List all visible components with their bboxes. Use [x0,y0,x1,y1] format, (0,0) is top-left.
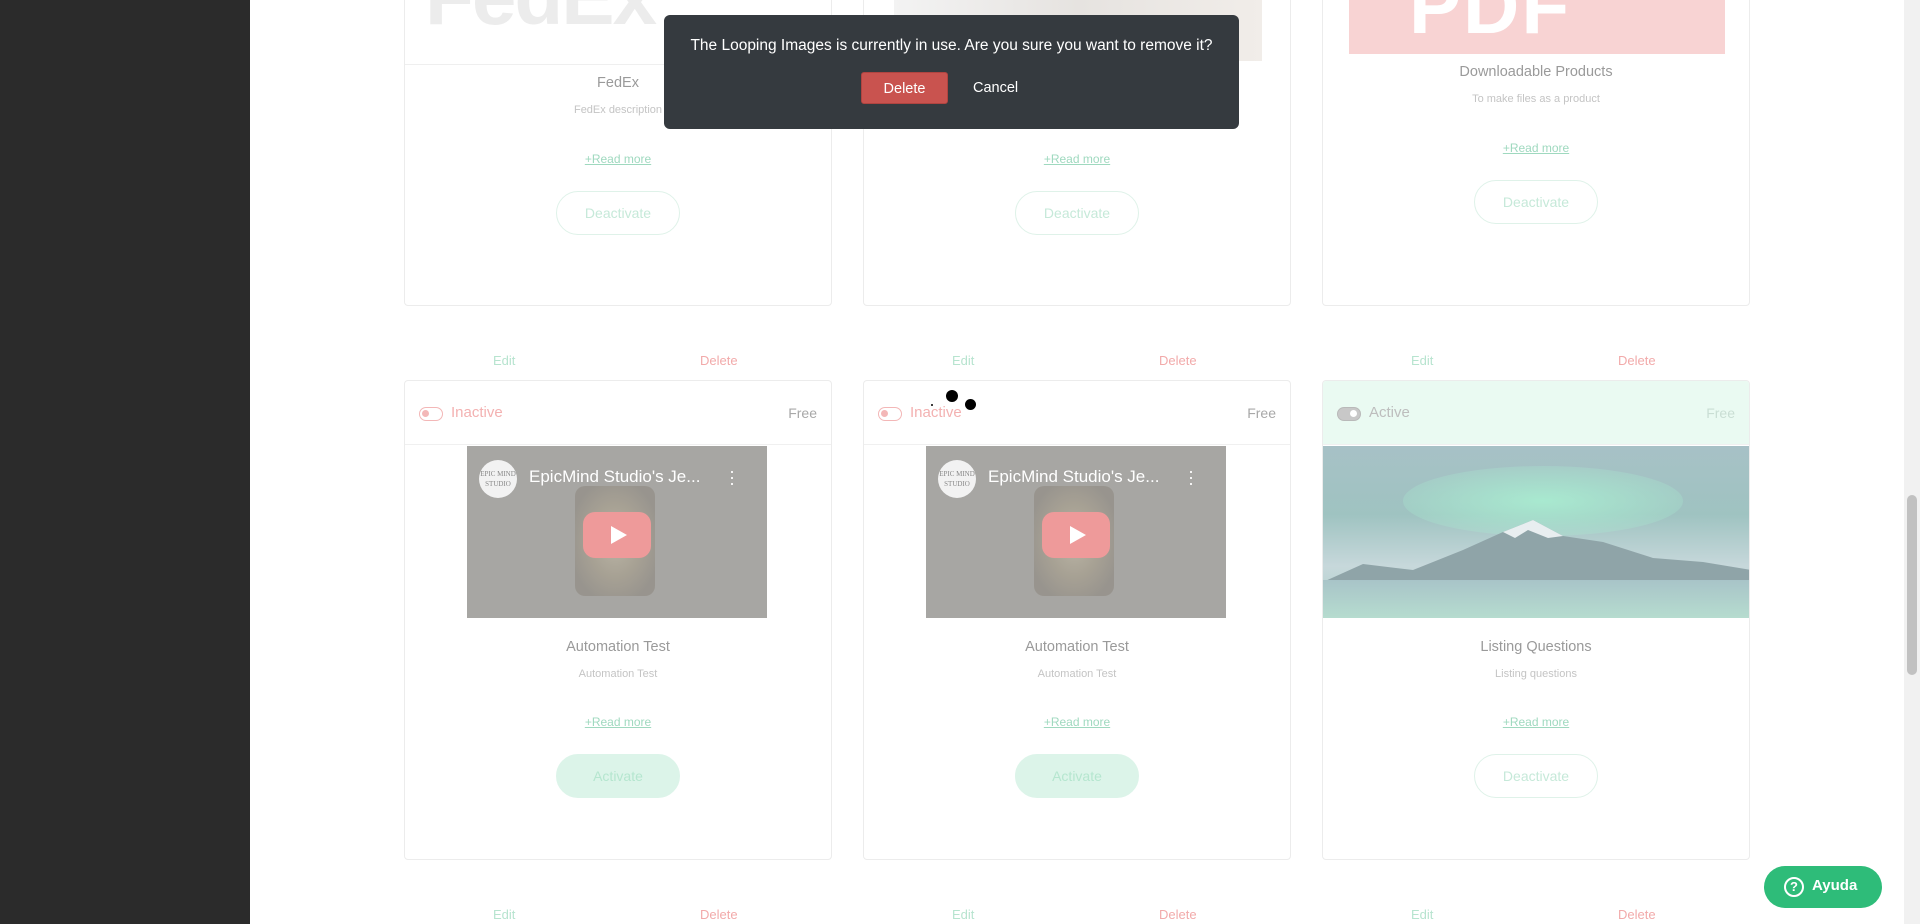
channel-avatar: EPIC MIND STUDIO [479,460,517,498]
video-title: EpicMind Studio's Je... [529,467,701,486]
delete-link[interactable]: Delete [700,353,738,368]
status-toggle[interactable] [1337,407,1361,421]
deactivate-button[interactable]: Deactivate [1474,180,1598,224]
status-label: Inactive [451,404,503,421]
delete-link[interactable]: Delete [1159,907,1197,922]
card-downloadable-products: PDF Downloadable Products To make files … [1322,0,1750,306]
price-label: Free [1706,405,1735,421]
scrollbar[interactable] [1904,0,1920,924]
card-title: Automation Test [1025,639,1129,655]
main-content: FedEx FedEx FedEx description +Read more… [250,0,1904,924]
edit-link[interactable]: Edit [493,907,515,922]
delete-link[interactable]: Delete [1618,907,1656,922]
status-label: Inactive [910,404,962,421]
loading-spinner-dot [965,399,976,410]
play-icon[interactable] [583,512,651,558]
edit-link[interactable]: Edit [1411,907,1433,922]
delete-link[interactable]: Delete [1618,353,1656,368]
card-description: To make files as a product [1472,93,1600,105]
card-title: Listing Questions [1480,639,1592,655]
question-circle-icon: ? [1784,877,1804,897]
price-label: Free [1247,405,1276,421]
confirm-remove-dialog: The Looping Images is currently in use. … [664,15,1239,129]
card-header: Inactive Free [405,381,831,445]
price-label: Free [788,405,817,421]
help-button[interactable]: ? Ayuda [1764,866,1882,908]
activate-button[interactable]: Activate [556,754,680,798]
more-vertical-icon[interactable]: · · · [1188,462,1194,492]
cancel-button[interactable]: Cancel [973,72,1018,104]
help-label: Ayuda [1812,877,1858,894]
card-title: Downloadable Products [1459,64,1613,80]
deactivate-button[interactable]: Deactivate [556,191,680,235]
card-listing-questions: Active Free Listing Questions Listing qu… [1322,380,1750,860]
read-more-link[interactable]: +Read more [1323,715,1749,729]
loading-spinner-dot [946,390,958,402]
edit-link[interactable]: Edit [1411,353,1433,368]
delete-link[interactable]: Delete [1159,353,1197,368]
delete-link[interactable]: Delete [700,907,738,922]
deactivate-button[interactable]: Deactivate [1474,754,1598,798]
card-description: Listing questions [1495,668,1577,680]
card-automation-test: Inactive Free EPIC MIND STUDIO EpicMind … [863,380,1291,860]
card-automation-test: Inactive Free EPIC MIND STUDIO EpicMind … [404,380,832,860]
read-more-link[interactable]: +Read more [405,715,831,729]
channel-avatar: EPIC MIND STUDIO [938,460,976,498]
video-title: EpicMind Studio's Je... [988,467,1160,486]
deactivate-button[interactable]: Deactivate [1015,191,1139,235]
mountain-shape [1323,520,1749,582]
more-vertical-icon[interactable]: · · · [729,462,735,492]
status-toggle[interactable] [878,407,902,421]
card-header: Active Free [1323,381,1749,445]
pdf-logo-text: PDF [1409,0,1571,50]
aurora-image [1323,446,1749,618]
pdf-thumbnail: PDF [1349,0,1725,54]
card-description: Automation Test [578,668,658,680]
edit-link[interactable]: Edit [493,353,515,368]
read-more-link[interactable]: +Read more [1323,141,1749,155]
status-toggle[interactable] [419,407,443,421]
card-title: Automation Test [566,639,670,655]
loading-spinner-dot [931,404,933,406]
play-icon[interactable] [1042,512,1110,558]
card-header: Inactive Free [864,381,1290,445]
edit-link[interactable]: Edit [952,353,974,368]
read-more-link[interactable]: +Read more [864,152,1290,166]
scrollbar-thumb[interactable] [1907,495,1917,675]
edit-link[interactable]: Edit [952,907,974,922]
activate-button[interactable]: Activate [1015,754,1139,798]
card-description: Automation Test [1037,668,1117,680]
read-more-link[interactable]: +Read more [405,152,831,166]
confirm-message: The Looping Images is currently in use. … [690,37,1213,54]
confirm-delete-button[interactable]: Delete [861,72,948,104]
fedex-logo-text: FedEx [425,0,657,43]
read-more-link[interactable]: +Read more [864,715,1290,729]
video-thumbnail[interactable]: EPIC MIND STUDIO EpicMind Studio's Je...… [926,446,1226,618]
status-label: Active [1369,404,1410,421]
video-thumbnail[interactable]: EPIC MIND STUDIO EpicMind Studio's Je...… [467,446,767,618]
sidebar [0,0,250,924]
